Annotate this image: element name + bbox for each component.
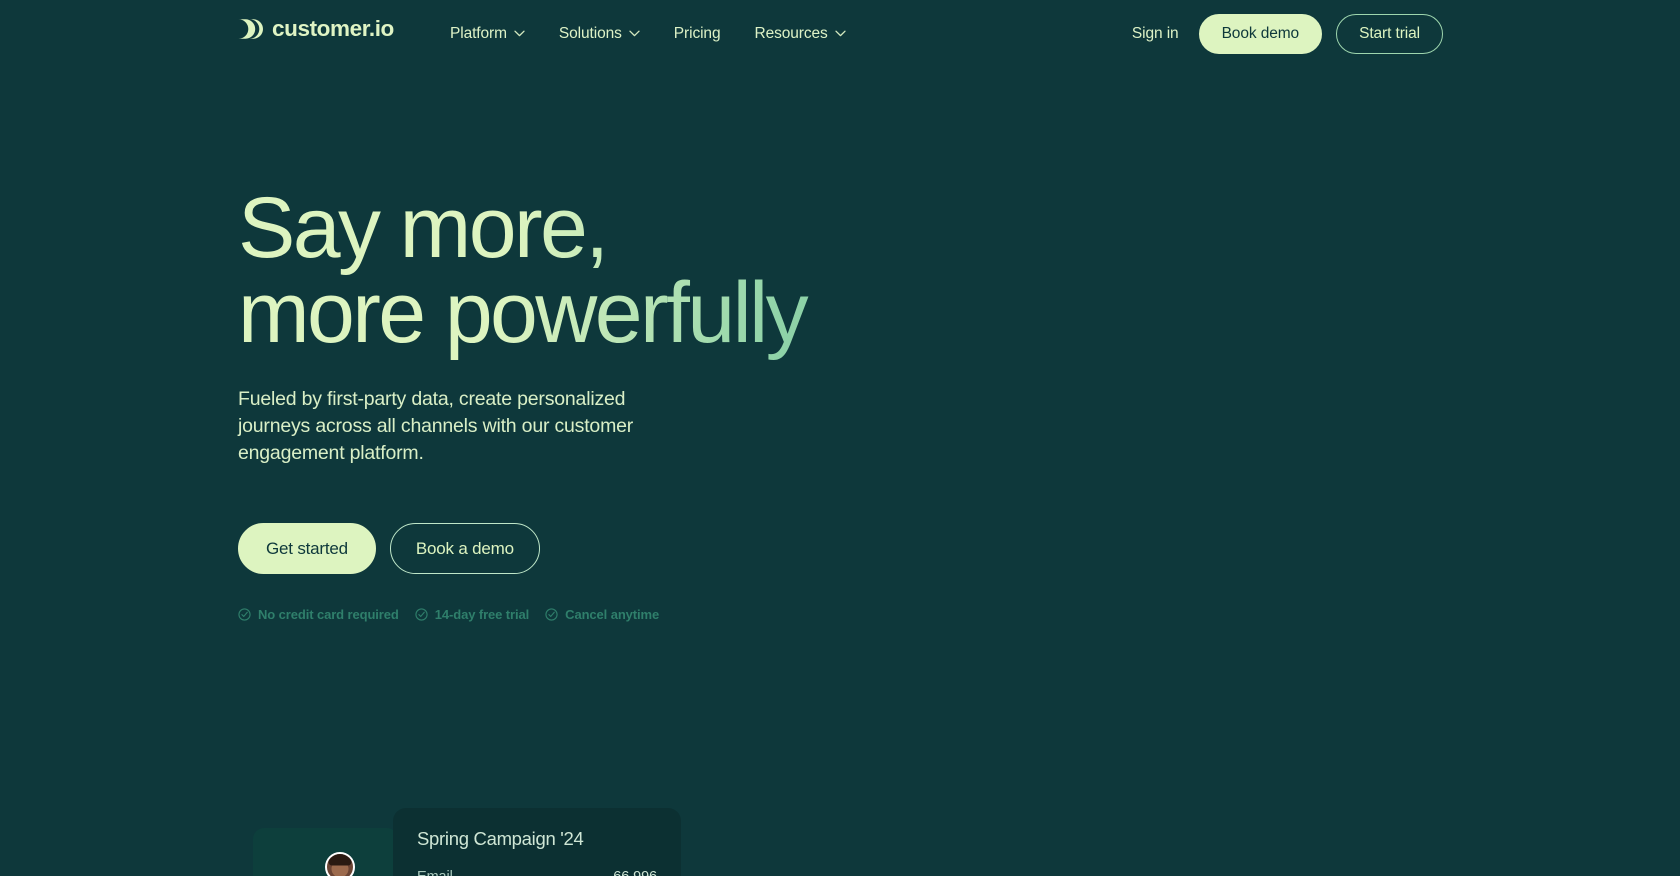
campaign-preview-card[interactable]: Spring Campaign '24 Email 66,996	[393, 808, 681, 876]
nav-item-label: Pricing	[673, 25, 721, 42]
brand-wordmark: customer.io	[272, 16, 394, 41]
campaign-card-title: Spring Campaign '24	[417, 828, 584, 849]
book-demo-button[interactable]: Book demo	[1198, 14, 1323, 54]
chevron-down-icon	[629, 30, 640, 37]
hero-subheadline: Fueled by first-party data, create perso…	[238, 388, 634, 465]
page-title: Say more, more powerfully	[238, 185, 998, 362]
hero-section: Say more, more powerfully Fueled by firs…	[238, 185, 998, 622]
journey-graphic-card[interactable]	[253, 828, 398, 876]
campaign-metric-label: Email	[417, 869, 453, 876]
customerio-logo-icon	[238, 18, 263, 40]
nav-item-solutions[interactable]: Solutions	[542, 20, 657, 48]
campaign-metric-value: 66,996	[613, 869, 657, 876]
trust-item-label: Cancel anytime	[565, 606, 660, 622]
site-header: customer.io Platform Solutions Pricing R…	[0, 0, 1680, 66]
chevron-down-icon	[514, 30, 525, 37]
trust-item-label: 14-day free trial	[434, 606, 530, 622]
start-trial-button[interactable]: Start trial	[1336, 14, 1443, 54]
check-circle-icon	[415, 608, 428, 621]
page-root: customer.io Platform Solutions Pricing R…	[0, 0, 1680, 876]
brand-logo-link[interactable]: customer.io	[238, 16, 394, 41]
nav-item-label: Platform	[450, 25, 507, 42]
book-a-demo-button[interactable]: Book a demo	[389, 522, 540, 574]
trust-item-free-trial: 14-day free trial	[415, 607, 529, 622]
trust-indicators: No credit card required 14-day free tria…	[238, 607, 998, 622]
campaign-metric-row: Email 66,996	[417, 869, 657, 876]
get-started-button[interactable]: Get started	[238, 522, 376, 574]
chevron-down-icon	[835, 30, 846, 37]
user-avatar-icon	[325, 852, 355, 876]
header-actions: Sign in Book demo Start trial	[1126, 14, 1443, 54]
trust-item-cancel-anytime: Cancel anytime	[545, 607, 659, 622]
trust-item-label: No credit card required	[258, 606, 399, 622]
nav-item-pricing[interactable]: Pricing	[657, 20, 738, 48]
avatar-hair	[328, 854, 352, 866]
hero-cta-row: Get started Book a demo	[238, 522, 998, 574]
product-preview-peek: Spring Campaign '24 Email 66,996	[0, 760, 1680, 876]
nav-item-label: Resources	[754, 25, 828, 42]
nav-item-platform[interactable]: Platform	[450, 20, 542, 48]
nav-item-resources[interactable]: Resources	[737, 20, 862, 48]
trust-item-no-credit-card: No credit card required	[238, 607, 399, 622]
check-circle-icon	[545, 608, 558, 621]
primary-navigation: Platform Solutions Pricing Resources	[450, 20, 863, 48]
sign-in-link[interactable]: Sign in	[1126, 18, 1185, 50]
nav-item-label: Solutions	[558, 25, 622, 42]
check-circle-icon	[238, 608, 251, 621]
